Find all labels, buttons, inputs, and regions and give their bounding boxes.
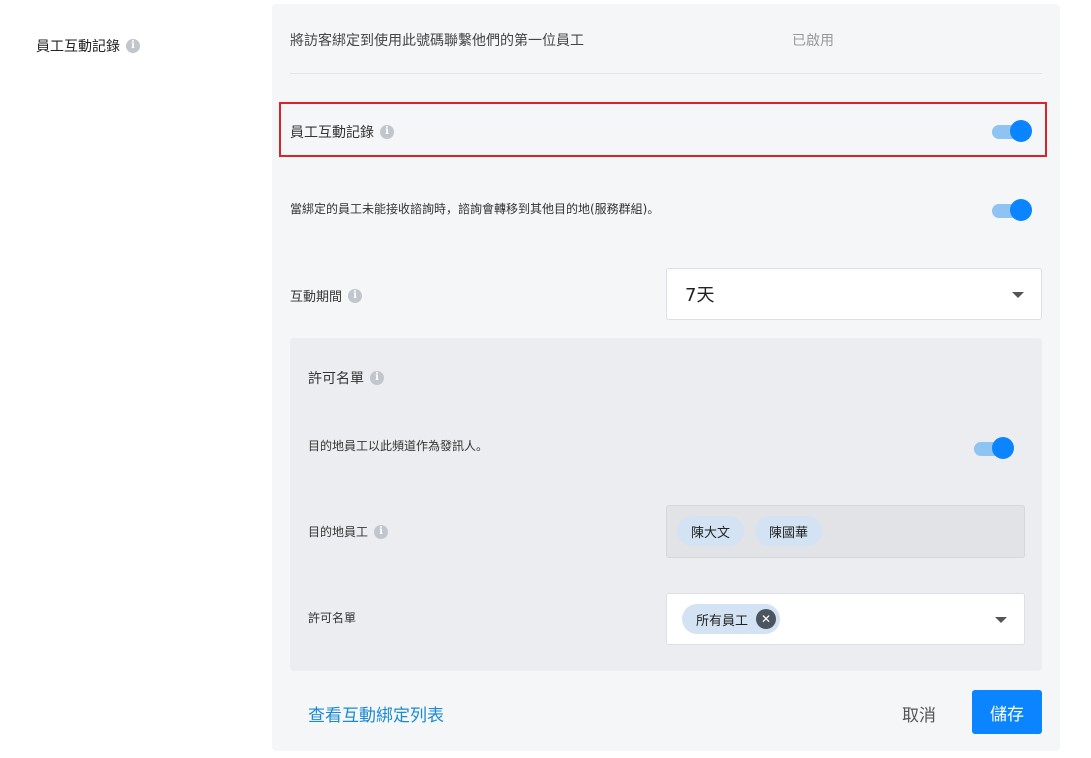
info-icon[interactable]: i xyxy=(374,524,389,539)
duration-select-value: 7天 xyxy=(685,285,715,306)
fallback-label: 當綁定的員工未能接收諮詢時，諮詢會轉移到其他目的地(服務群組)。 xyxy=(290,202,660,216)
allowlist-title: 許可名單 i xyxy=(308,368,384,388)
cancel-button[interactable]: 取消 xyxy=(902,701,936,726)
duration-select[interactable]: 7天 xyxy=(666,268,1042,320)
dest-staff-field[interactable]: 陳大文 陳國華 xyxy=(666,505,1025,558)
allowlist-title-text: 許可名單 xyxy=(308,371,364,387)
allowlist-select[interactable]: 所有員工 ✕ xyxy=(666,593,1025,645)
allowlist-chip-label: 所有員工 xyxy=(696,613,749,629)
sender-toggle[interactable] xyxy=(974,437,1014,459)
allowlist-select-label: 許可名單 xyxy=(308,611,357,625)
dest-staff-label-text: 目的地員工 xyxy=(308,525,369,539)
sidebar-title-text: 員工互動記錄 xyxy=(36,39,120,55)
bind-first-staff-status: 已啟用 xyxy=(792,33,834,49)
sender-label: 目的地員工以此頻道作為發訊人。 xyxy=(308,439,489,453)
info-icon[interactable]: i xyxy=(370,371,384,385)
sidebar-section-title: 員工互動記錄 i xyxy=(36,36,140,56)
bind-first-staff-description: 將訪客綁定到使用此號碼聯繫他們的第一位員工 xyxy=(290,33,584,49)
save-button[interactable]: 儲存 xyxy=(972,690,1042,734)
toggle-knob xyxy=(992,437,1014,459)
dest-staff-label: 目的地員工 i xyxy=(308,523,389,540)
info-icon[interactable]: i xyxy=(348,288,363,303)
info-icon[interactable]: i xyxy=(126,39,140,53)
staff-chip: 陳國華 xyxy=(755,516,823,546)
allowlist-panel: 許可名單 i 目的地員工以此頻道作為發訊人。 目的地員工 i 陳大文 陳國華 許… xyxy=(290,338,1042,671)
allowlist-chip: 所有員工 ✕ xyxy=(682,604,781,634)
chevron-down-icon xyxy=(1012,292,1024,298)
highlight-box xyxy=(279,102,1047,157)
staff-chip: 陳大文 xyxy=(677,516,745,546)
duration-label: 互動期間 i xyxy=(290,286,363,305)
fallback-toggle[interactable] xyxy=(992,199,1032,221)
toggle-knob xyxy=(1010,199,1032,221)
view-bindings-link[interactable]: 查看互動綁定列表 xyxy=(308,701,444,726)
remove-icon[interactable]: ✕ xyxy=(756,609,777,629)
chevron-down-icon xyxy=(995,617,1007,623)
duration-label-text: 互動期間 xyxy=(290,290,343,305)
divider xyxy=(290,73,1042,74)
